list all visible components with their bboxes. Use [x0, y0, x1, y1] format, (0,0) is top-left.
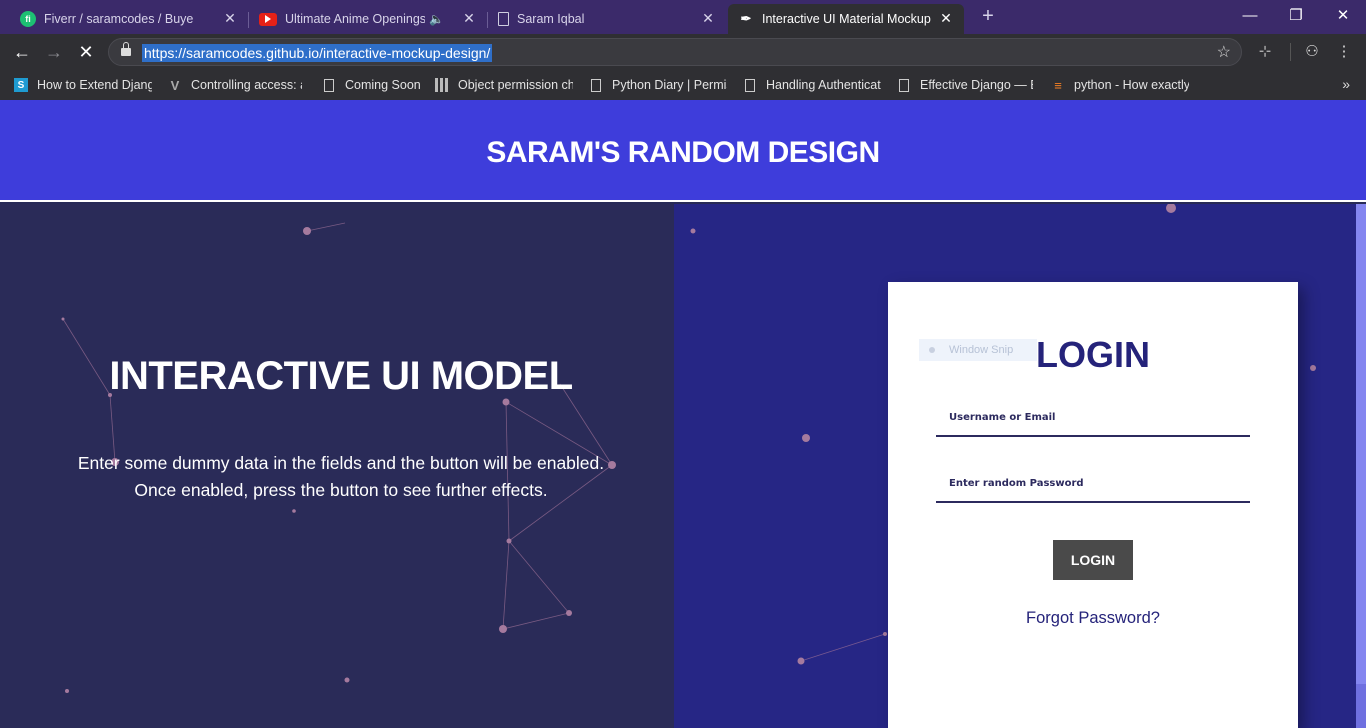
tab-title: Ultimate Anime Openings +	[285, 12, 425, 26]
page-header: SARAM'S RANDOM DESIGN	[0, 100, 1366, 202]
password-field	[936, 463, 1250, 503]
close-icon[interactable]: ✕	[938, 10, 954, 27]
bookmark-item[interactable]: Effective Django — E	[897, 76, 1033, 94]
login-card: Window Snip LOGIN LOGIN Forgot Password?	[888, 282, 1298, 728]
tab-strip: fi Fiverr / saramcodes / Buyer Requ ✕ Ul…	[0, 0, 1366, 34]
document-icon	[745, 78, 755, 92]
scrollbar[interactable]	[1356, 204, 1366, 728]
stop-button[interactable]: ✕	[74, 40, 98, 64]
bookmark-item[interactable]: S How to Extend Djang	[14, 76, 152, 94]
document-icon	[498, 12, 509, 26]
forward-button[interactable]: →	[42, 40, 66, 64]
document-icon	[591, 78, 601, 92]
close-icon[interactable]: ✕	[222, 10, 238, 27]
password-input[interactable]	[936, 463, 1250, 501]
hero-title: INTERACTIVE UI MODEL	[109, 354, 573, 398]
scrollbar-thumb[interactable]	[1356, 684, 1366, 728]
hero-description: Enter some dummy data in the fields and …	[0, 450, 682, 504]
username-field	[936, 397, 1250, 437]
bookmark-item[interactable]: Object permission ch	[435, 76, 573, 94]
lock-icon	[121, 42, 131, 56]
bookmark-item[interactable]: Python Diary | Permis	[589, 76, 727, 94]
bookmark-star-icon[interactable]: ☆	[1217, 42, 1231, 62]
browser-toolbar: ← → ✕ https://saramcodes.github.io/inter…	[0, 34, 1366, 70]
stackoverflow-icon: ≡	[1054, 77, 1062, 93]
tab-youtube[interactable]: Ultimate Anime Openings + 🔈 ✕	[249, 4, 488, 34]
hero-text-line: Enter some dummy data in the fields and …	[77, 453, 605, 473]
extension-icon[interactable]: ⊹	[1254, 42, 1276, 60]
chevron-right-icon[interactable]: »	[1342, 76, 1350, 92]
close-icon[interactable]: ✕	[700, 10, 716, 27]
bookmark-item[interactable]: V Controlling access: a	[168, 76, 302, 94]
bookmark-item[interactable]: Coming Soon	[322, 76, 422, 94]
fiverr-icon: fi	[20, 11, 36, 27]
minimize-button[interactable]: —	[1227, 4, 1273, 30]
close-icon[interactable]: ✕	[461, 10, 477, 27]
youtube-icon	[259, 12, 277, 26]
tab-title: Interactive UI Material Mockup	[762, 12, 931, 26]
url-text[interactable]: https://saramcodes.github.io/interactive…	[142, 44, 493, 62]
back-button[interactable]: ←	[10, 40, 34, 64]
login-button[interactable]: LOGIN	[1053, 540, 1133, 580]
login-title: LOGIN	[1036, 334, 1150, 375]
grid-icon	[435, 78, 449, 92]
menu-icon[interactable]: ⋮	[1333, 42, 1355, 60]
tab-saram-iqbal[interactable]: Saram Iqbal ✕	[488, 4, 726, 34]
document-icon	[899, 78, 909, 92]
speaker-icon[interactable]: 🔈	[429, 12, 444, 26]
hero-text-line: Once enabled, press the button to see fu…	[134, 480, 548, 500]
address-bar[interactable]: https://saramcodes.github.io/interactive…	[108, 38, 1242, 66]
tab-title: Saram Iqbal	[517, 12, 585, 26]
incognito-icon[interactable]: ⚇	[1301, 42, 1323, 60]
document-icon	[324, 78, 334, 92]
v-icon: V	[170, 77, 180, 93]
restore-button[interactable]: ❐	[1273, 4, 1319, 30]
new-tab-button[interactable]: +	[976, 5, 1000, 28]
feather-icon: ✒	[740, 11, 752, 26]
s-icon: S	[14, 78, 28, 92]
tab-interactive-ui[interactable]: ✒ Interactive UI Material Mockup ✕	[728, 4, 964, 34]
bookmarks-bar: S How to Extend Djang V Controlling access…	[0, 70, 1366, 100]
bookmark-item[interactable]: Handling Authenticat	[743, 76, 881, 94]
tab-title: Fiverr / saramcodes / Buyer Requ	[44, 12, 194, 26]
tab-fiverr[interactable]: fi Fiverr / saramcodes / Buyer Requ ✕	[10, 4, 249, 34]
close-window-button[interactable]: ✕	[1320, 4, 1366, 30]
bookmark-item[interactable]: ≡ python - How exactly	[1051, 76, 1189, 94]
page-title: SARAM'S RANDOM DESIGN	[486, 136, 880, 169]
username-input[interactable]	[936, 397, 1250, 435]
forgot-password-link[interactable]: Forgot Password?	[888, 609, 1298, 628]
